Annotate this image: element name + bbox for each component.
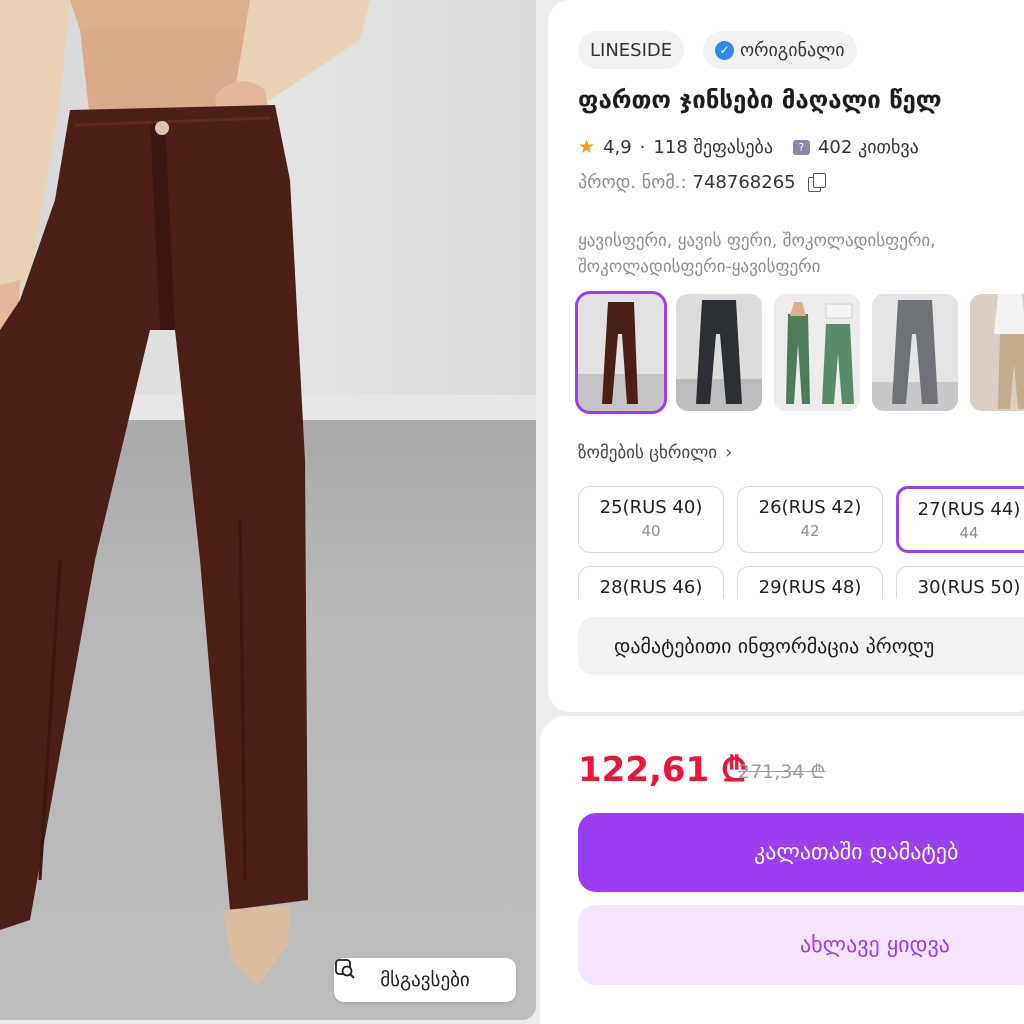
star-icon: ★ [578,136,596,158]
verified-check-icon: ✓ [715,40,734,60]
size-label: 29(RUS 48) [758,577,862,598]
reviews-count[interactable]: 118 შეფასება [653,137,773,158]
copy-icon[interactable] [807,173,826,192]
sku-value: 748768265 [692,171,796,193]
variant-thumbnails [575,291,1024,414]
more-info-button[interactable]: დამატებითი ინფორმაცია პროდუ [578,617,1024,675]
product-title: ფართო ჯინსები მაღალი წელ [578,86,942,114]
old-price: 271,34 ₾ [738,761,826,783]
variant-thumb-gray[interactable] [872,294,958,411]
rating-separator: · [639,136,646,158]
size-option-29[interactable]: 29(RUS 48) [737,566,883,598]
variant-thumb-green[interactable] [774,294,860,411]
size-chart-link[interactable]: ზომების ცხრილი › [578,442,732,463]
question-icon: ? [792,139,810,155]
size-chart-label: ზომების ცხრილი [578,442,718,463]
questions-count[interactable]: 402 კითხვა [818,137,919,158]
brown-jeans-thumbnail [578,294,664,411]
buy-now-label: ახლავე ყიდვა [800,932,950,958]
variant-thumb-brown[interactable] [575,291,667,414]
size-sub-label: 44 [959,524,979,542]
product-photo[interactable]: მსგავსები [0,0,536,1020]
add-to-cart-label: კალათაში დამატებ [754,840,959,865]
size-sub-label: 40 [641,522,661,540]
visual-search-icon [335,959,355,979]
brand-name: LINESIDE [590,39,673,61]
color-names: ყავისფერი, ყავის ფერი, შოკოლადისფერი, შო… [578,231,936,277]
more-info-label: დამატებითი ინფორმაცია პროდუ [614,634,935,658]
current-price: 122,61 ₾ [578,750,748,790]
sku-label: პროდ. ნომ.: [578,171,687,193]
size-option-28[interactable]: 28(RUS 46) [578,566,724,598]
variant-thumb-black[interactable] [676,294,762,411]
black-jeans-thumbnail [676,294,762,411]
size-option-27[interactable]: 27(RUS 44) 44 [896,486,1024,553]
gray-jeans-thumbnail [872,294,958,411]
original-label: ორიგინალი [740,39,845,61]
similar-items-label: მსგავსები [380,969,470,991]
size-option-26[interactable]: 26(RUS 42) 42 [737,486,883,553]
chevron-right-icon: › [725,442,733,463]
size-option-30[interactable]: 30(RUS 50) [896,566,1024,598]
size-sub-label: 42 [800,522,820,540]
brand-chip[interactable]: LINESIDE [578,31,685,69]
beige-jeans-thumbnail [970,294,1024,411]
buy-now-button[interactable]: ახლავე ყიდვა [578,905,1024,985]
size-label: 30(RUS 50) [917,577,1021,598]
size-options: 25(RUS 40) 40 26(RUS 42) 42 27(RUS 44) 4… [578,486,1024,598]
add-to-cart-button[interactable]: კალათაში დამატებ [578,813,1024,892]
similar-items-button[interactable]: მსგავსები [334,958,516,1002]
jeans-model-illustration [0,0,370,985]
size-label: 25(RUS 40) [599,497,703,518]
sku-row: პროდ. ნომ.: 748768265 [578,170,826,194]
size-label: 28(RUS 46) [599,577,703,598]
original-badge[interactable]: ✓ ორიგინალი [703,31,857,69]
variant-thumb-beige[interactable] [970,294,1024,411]
rating-row[interactable]: ★ 4,9 · 118 შეფასება ? 402 კითხვა [578,134,919,160]
rating-value: 4,9 [603,136,632,158]
size-option-25[interactable]: 25(RUS 40) 40 [578,486,724,553]
size-label: 26(RUS 42) [758,497,862,518]
size-label: 27(RUS 44) [917,499,1021,520]
green-jeans-thumbnail [774,294,860,411]
